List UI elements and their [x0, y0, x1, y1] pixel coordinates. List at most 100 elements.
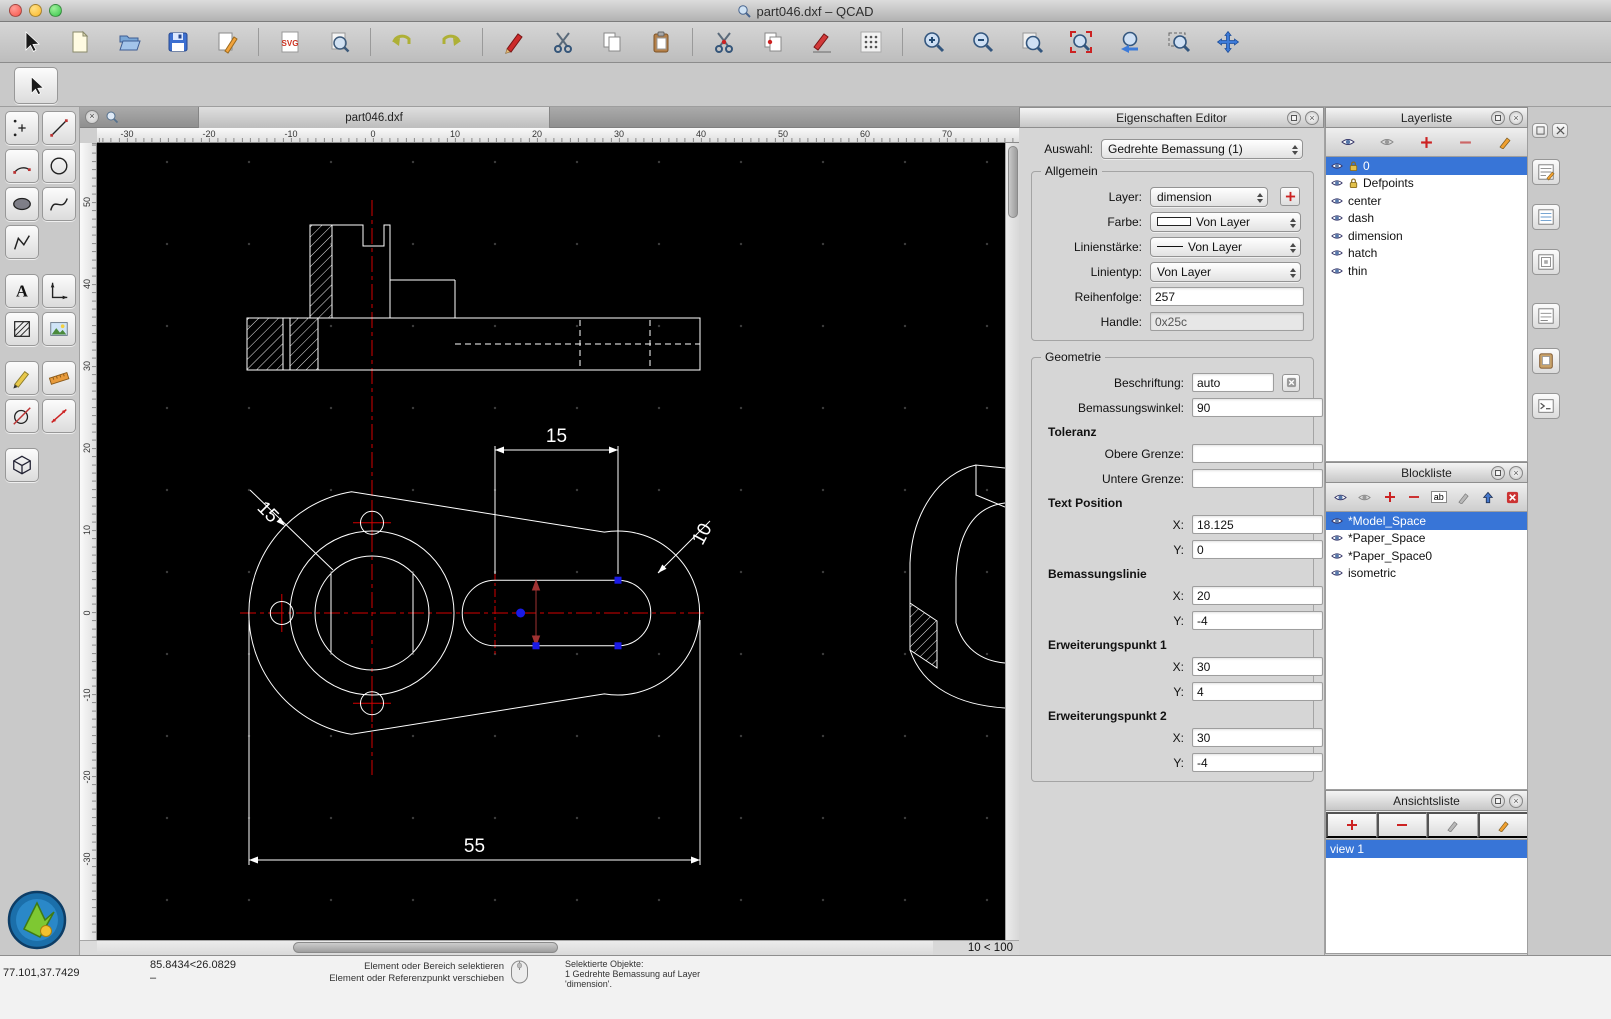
- measure-distance-tool-button[interactable]: [42, 399, 76, 433]
- lock-icon[interactable]: [1348, 160, 1359, 172]
- copy-reference-button[interactable]: [750, 24, 796, 60]
- remove-block-button[interactable]: [1402, 486, 1426, 508]
- block-row[interactable]: isometric: [1326, 564, 1527, 582]
- edit-block-button[interactable]: [1451, 486, 1475, 508]
- clear-label-button[interactable]: [1282, 373, 1300, 392]
- panel-float-button[interactable]: [1287, 111, 1301, 125]
- eye-icon[interactable]: [1330, 247, 1344, 259]
- auto-zoom-button[interactable]: [1009, 24, 1055, 60]
- export-svg-button[interactable]: SVG: [267, 24, 313, 60]
- polyline-tool-button[interactable]: [5, 225, 39, 259]
- edit-view-button[interactable]: [1427, 812, 1478, 838]
- text-tool-button[interactable]: A: [5, 274, 39, 308]
- measure-tool-button[interactable]: [5, 361, 39, 395]
- modify-pen-button[interactable]: [799, 24, 845, 60]
- document-tab[interactable]: part046.dxf: [198, 107, 550, 128]
- eye-icon[interactable]: [1330, 532, 1344, 544]
- draworder-input[interactable]: [1150, 287, 1304, 306]
- show-all-layers-button[interactable]: [1336, 131, 1360, 153]
- panel-close-button[interactable]: ×: [1509, 466, 1523, 480]
- vertical-scrollbar-thumb[interactable]: [1007, 146, 1018, 218]
- layer-row[interactable]: center: [1326, 192, 1527, 210]
- extension-point-1-x-input[interactable]: [1192, 657, 1323, 676]
- delete-block-button[interactable]: [1501, 486, 1525, 508]
- toggle-command-line-button[interactable]: [1532, 393, 1560, 419]
- show-all-blocks-button[interactable]: [1328, 486, 1352, 508]
- modify-tool-button[interactable]: [5, 399, 39, 433]
- toggle-library-browser-button[interactable]: [1532, 348, 1560, 374]
- remove-layer-button[interactable]: [1454, 131, 1478, 153]
- dimension-tool-button[interactable]: [42, 274, 76, 308]
- block-row[interactable]: *Paper_Space0: [1326, 547, 1527, 565]
- file-save-button[interactable]: [155, 24, 201, 60]
- panel-float-button[interactable]: [1491, 466, 1505, 480]
- dimension-line-y-input[interactable]: [1192, 611, 1323, 630]
- horizontal-scrollbar-thumb[interactable]: [293, 942, 558, 953]
- file-save-as-button[interactable]: [204, 24, 250, 60]
- hide-all-blocks-button[interactable]: [1353, 486, 1377, 508]
- toggle-view-list-button[interactable]: [1532, 303, 1560, 329]
- eye-icon[interactable]: [1330, 550, 1344, 562]
- dock-option-button[interactable]: [1532, 123, 1548, 138]
- drawing-canvas[interactable]: 15 55 15 10: [97, 143, 1005, 940]
- zoom-out-button[interactable]: [960, 24, 1006, 60]
- spline-tool-button[interactable]: [42, 187, 76, 221]
- pan-button[interactable]: [1205, 24, 1251, 60]
- panel-close-button[interactable]: ×: [1509, 794, 1523, 808]
- zoom-window-button[interactable]: [1156, 24, 1202, 60]
- arc-tool-button[interactable]: [5, 149, 39, 183]
- isometric-view-tool-button[interactable]: [5, 448, 39, 482]
- file-new-button[interactable]: [57, 24, 103, 60]
- add-layer-button[interactable]: [1280, 187, 1300, 206]
- text-position-x-input[interactable]: [1192, 515, 1323, 534]
- ruler-tool-button[interactable]: [42, 361, 76, 395]
- lower-limit-input[interactable]: [1192, 469, 1323, 488]
- text-position-y-input[interactable]: [1192, 540, 1323, 559]
- layer-row[interactable]: Defpoints: [1326, 174, 1527, 192]
- vertical-scrollbar[interactable]: [1005, 143, 1019, 940]
- lineweight-combo[interactable]: Von Layer: [1150, 236, 1301, 257]
- file-open-button[interactable]: [106, 24, 152, 60]
- panel-float-button[interactable]: [1491, 111, 1505, 125]
- add-block-button[interactable]: [1378, 486, 1402, 508]
- edit-pen-button[interactable]: [491, 24, 537, 60]
- line-tool-button[interactable]: [42, 111, 76, 145]
- block-row[interactable]: *Model_Space: [1326, 512, 1527, 530]
- extension-point-2-y-input[interactable]: [1192, 753, 1323, 772]
- lock-icon[interactable]: [1348, 177, 1359, 189]
- eye-icon[interactable]: [1330, 265, 1344, 277]
- insert-block-button[interactable]: [1476, 486, 1500, 508]
- hide-all-layers-button[interactable]: [1375, 131, 1399, 153]
- cut-button[interactable]: [540, 24, 586, 60]
- eye-icon[interactable]: [1330, 230, 1344, 242]
- edit-layer-button[interactable]: [1493, 131, 1517, 153]
- cut-reference-button[interactable]: [701, 24, 747, 60]
- tab-close-button[interactable]: ×: [85, 110, 99, 124]
- layer-row[interactable]: dash: [1326, 209, 1527, 227]
- paste-button[interactable]: [638, 24, 684, 60]
- add-layer-button[interactable]: [1414, 131, 1438, 153]
- dock-close-button[interactable]: [1552, 123, 1568, 138]
- eye-icon[interactable]: [1330, 212, 1344, 224]
- previous-view-button[interactable]: [1107, 24, 1153, 60]
- label-input[interactable]: [1192, 373, 1274, 392]
- copy-button[interactable]: [589, 24, 635, 60]
- panel-close-button[interactable]: ×: [1509, 111, 1523, 125]
- selection-tool-button[interactable]: [14, 67, 58, 104]
- layer-row[interactable]: dimension: [1326, 227, 1527, 245]
- extension-point-1-y-input[interactable]: [1192, 682, 1323, 701]
- view-row[interactable]: view 1: [1326, 840, 1527, 858]
- eye-icon[interactable]: [1330, 567, 1344, 579]
- upper-limit-input[interactable]: [1192, 444, 1323, 463]
- angle-input[interactable]: [1192, 398, 1323, 417]
- toggle-block-list-button[interactable]: [1532, 249, 1560, 275]
- eye-icon[interactable]: [1330, 515, 1344, 527]
- toggle-layer-list-button[interactable]: [1532, 204, 1560, 230]
- image-tool-button[interactable]: [42, 312, 76, 346]
- linetype-combo[interactable]: Von Layer: [1150, 261, 1301, 282]
- remove-view-button[interactable]: [1376, 812, 1427, 838]
- point-tool-button[interactable]: [5, 111, 39, 145]
- select-tool-button[interactable]: [8, 24, 54, 60]
- layer-row[interactable]: thin: [1326, 262, 1527, 280]
- extension-point-2-x-input[interactable]: [1192, 728, 1323, 747]
